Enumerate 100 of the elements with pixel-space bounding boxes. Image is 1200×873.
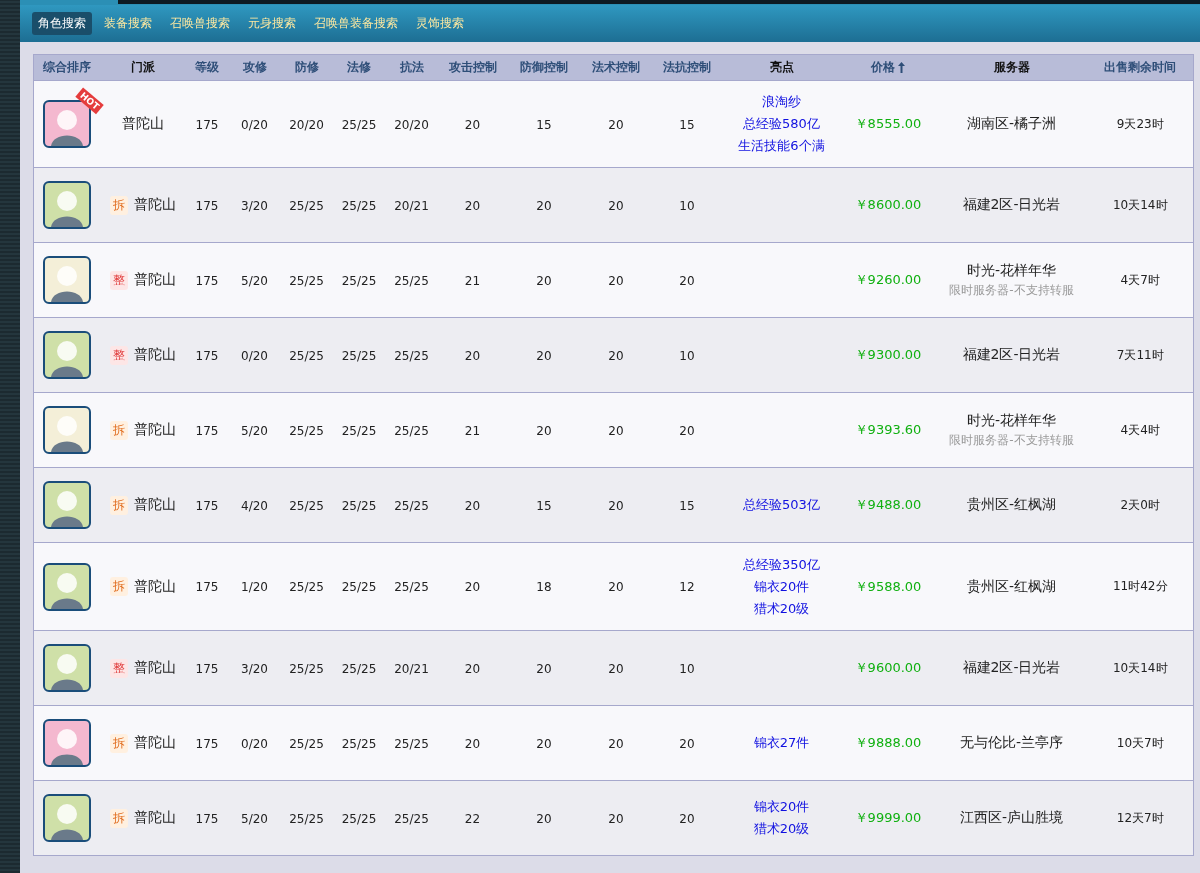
- table-cell: 20: [536, 423, 552, 438]
- highlight-link[interactable]: 生活技能6个满: [738, 137, 825, 155]
- table-cell: 3/20: [241, 661, 268, 676]
- time-left: 11时42分: [1112, 579, 1168, 593]
- server-note: 限时服务器-不支持转服: [949, 281, 1074, 299]
- highlight-link[interactable]: 总经验580亿: [743, 115, 820, 133]
- server-name: 时光-花样年华: [966, 411, 1057, 430]
- school-name: 普陀山: [134, 496, 176, 514]
- avatar-icon[interactable]: [43, 562, 92, 611]
- highlight-link[interactable]: 总经验350亿: [743, 555, 820, 574]
- table-cell: 25/25: [394, 498, 429, 513]
- avatar-icon[interactable]: [43, 331, 92, 379]
- table-cell: 25/25: [394, 580, 429, 594]
- school-name: 普陀山: [134, 346, 176, 364]
- table-cell: 20: [679, 811, 695, 826]
- avatar-icon[interactable]: [43, 181, 92, 229]
- table-cell: 5/20: [241, 423, 268, 438]
- tag: 拆: [110, 733, 128, 753]
- server-name: 福建2区-日光岩: [962, 196, 1061, 214]
- table-cell: 25/25: [341, 811, 377, 826]
- table-cell: 4/20: [241, 498, 268, 513]
- server-name: 江西区-庐山胜境: [959, 809, 1064, 827]
- table-cell: 20: [608, 273, 624, 288]
- price: ￥8600.00: [854, 197, 922, 212]
- table-cell: 25/25: [341, 348, 377, 363]
- server-name: 无与伦比-兰亭序: [959, 734, 1064, 752]
- table-cell: 25/25: [341, 273, 377, 288]
- price: ￥9300.00: [854, 347, 922, 362]
- highlight-link[interactable]: 总经验503亿: [743, 496, 820, 514]
- table-cell: 20: [536, 811, 552, 826]
- avatar-icon[interactable]: [43, 644, 92, 692]
- table-cell: 22: [464, 811, 481, 826]
- table-cell: 20: [464, 661, 481, 676]
- time-left: 2天0时: [1120, 497, 1160, 512]
- table-cell: 20: [608, 580, 624, 594]
- table-cell: 25/25: [341, 661, 377, 676]
- table-cell: 20: [536, 736, 552, 751]
- column-header: 门派: [131, 59, 155, 76]
- tab[interactable]: 角色搜索: [32, 12, 92, 35]
- time-left: 7天11时: [1116, 347, 1164, 362]
- tab[interactable]: 元身搜索: [242, 12, 302, 35]
- table-cell: 1/20: [241, 580, 268, 594]
- table-cell: 20: [679, 423, 695, 438]
- highlight-link[interactable]: 锦衣20件: [753, 798, 810, 816]
- price: ￥8555.00: [854, 116, 922, 131]
- table-cell: 25/25: [394, 811, 429, 826]
- tag: 拆: [110, 577, 128, 596]
- table-cell: 20: [679, 273, 695, 288]
- table-cell: 25/25: [394, 273, 429, 288]
- table-cell: 21: [464, 423, 481, 438]
- highlight-link[interactable]: 猎术20级: [753, 599, 810, 618]
- highlight-link[interactable]: 锦衣20件: [753, 577, 810, 596]
- price: ￥9600.00: [854, 660, 922, 675]
- table-cell: 20: [464, 198, 481, 213]
- table-cell: 25/25: [289, 423, 324, 438]
- table-cell: 25/25: [289, 661, 324, 676]
- tag: 拆: [110, 495, 128, 515]
- table-cell: 20/21: [394, 198, 429, 213]
- highlight-link[interactable]: 猎术20级: [753, 820, 810, 838]
- server-name: 湖南区-橘子洲: [966, 115, 1057, 133]
- table-cell: 175: [195, 423, 219, 438]
- table-cell: 20: [608, 348, 624, 363]
- table-cell: 20: [536, 661, 552, 676]
- tag: 整: [110, 658, 128, 678]
- avatar-icon[interactable]: [43, 256, 92, 304]
- table-cell: 20: [679, 736, 695, 751]
- table-cell: 10: [679, 661, 695, 676]
- table-cell: 15: [536, 498, 552, 513]
- avatar-icon[interactable]: [43, 406, 92, 454]
- avatar-icon[interactable]: [43, 719, 92, 767]
- highlight-link[interactable]: 浪淘纱: [762, 93, 801, 111]
- time-left: 10天14时: [1112, 660, 1168, 675]
- table-cell: 21: [464, 273, 481, 288]
- time-left: 12天7时: [1116, 810, 1164, 825]
- highlight-link[interactable]: 锦衣27件: [753, 734, 810, 752]
- table-cell: 175: [195, 117, 219, 132]
- column-header: 服务器: [993, 59, 1030, 76]
- table-cell: 20: [464, 117, 481, 132]
- tab[interactable]: 召唤兽装备搜索: [308, 12, 404, 35]
- school-name: 普陀山: [134, 577, 176, 596]
- price: ￥9999.00: [854, 810, 922, 825]
- table-cell: 20: [464, 498, 481, 513]
- table-cell: 12: [679, 580, 695, 594]
- table-cell: 20: [464, 348, 481, 363]
- server-name: 福建2区-日光岩: [962, 659, 1061, 677]
- avatar-icon[interactable]: [43, 481, 92, 529]
- table-cell: 20: [536, 348, 552, 363]
- tab[interactable]: 召唤兽搜索: [164, 12, 236, 35]
- table-cell: 20/20: [394, 117, 429, 132]
- tab[interactable]: 灵饰搜索: [410, 12, 470, 35]
- table-cell: 20: [608, 736, 624, 751]
- table-cell: 175: [195, 273, 219, 288]
- server-name: 贵州区-红枫湖: [966, 496, 1057, 514]
- table-cell: 10: [679, 198, 695, 213]
- avatar-icon[interactable]: [43, 794, 92, 842]
- tab[interactable]: 装备搜索: [98, 12, 158, 35]
- table-cell: 25/25: [341, 198, 377, 213]
- price: ￥9488.00: [854, 497, 922, 512]
- table-cell: 25/25: [394, 423, 429, 438]
- price: ￥9588.00: [854, 578, 922, 594]
